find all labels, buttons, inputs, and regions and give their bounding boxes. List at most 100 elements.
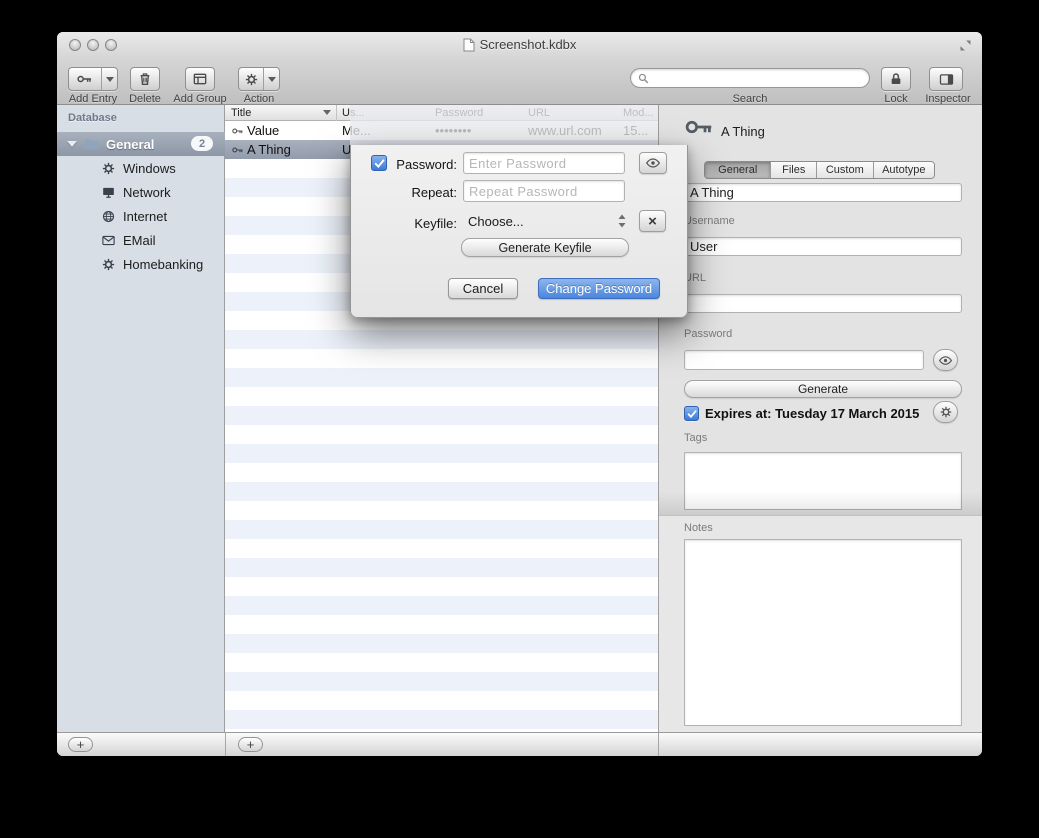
notes-section: Notes bbox=[659, 515, 982, 732]
pane-divider bbox=[658, 733, 659, 756]
password-field[interactable] bbox=[684, 350, 924, 370]
sidebar-item-network[interactable]: Network bbox=[57, 180, 225, 204]
check-icon bbox=[373, 157, 386, 170]
sidebar-item-label: Internet bbox=[123, 209, 167, 224]
fullscreen-icon[interactable] bbox=[958, 38, 973, 53]
sort-arrow-icon bbox=[323, 110, 331, 115]
keyfile-popup-value: Choose... bbox=[468, 214, 524, 229]
delete-button[interactable] bbox=[130, 67, 160, 91]
sidebar-item-label: Network bbox=[123, 185, 171, 200]
sidebar-item-windows[interactable]: Windows bbox=[57, 156, 225, 180]
eye-icon bbox=[938, 353, 953, 368]
change-password-button[interactable]: Change Password bbox=[538, 278, 660, 299]
toolbar: Add Entry Delete Add Group Action Search… bbox=[57, 58, 982, 105]
key-icon bbox=[69, 71, 101, 87]
clear-keyfile-button[interactable]: × bbox=[639, 210, 666, 232]
disclosure-triangle-icon[interactable] bbox=[67, 141, 77, 147]
sidebar-item-homebanking[interactable]: Homebanking bbox=[57, 252, 225, 276]
chevron-down-icon[interactable] bbox=[101, 68, 117, 90]
sidebar: Database General 2 Windows Network Inter… bbox=[57, 105, 225, 732]
dialog-password-input[interactable] bbox=[463, 152, 625, 174]
trash-icon bbox=[137, 71, 153, 87]
tags-label: Tags bbox=[684, 432, 707, 444]
tab-autotype[interactable]: Autotype bbox=[873, 162, 934, 178]
sidebar-header: Database bbox=[68, 112, 117, 124]
add-entry-plus-button[interactable]: + bbox=[238, 737, 263, 752]
expires-label: Expires at: Tuesday 17 March 2015 bbox=[705, 406, 919, 421]
add-group-label: Add Group bbox=[170, 93, 230, 105]
tab-general[interactable]: General bbox=[705, 162, 770, 178]
sidebar-item-internet[interactable]: Internet bbox=[57, 204, 225, 228]
add-group-plus-button[interactable]: + bbox=[68, 737, 93, 752]
inspector-panel: A Thing General Files Custom Autotype Us… bbox=[658, 105, 982, 732]
envelope-icon bbox=[101, 233, 116, 248]
pane-divider bbox=[225, 733, 226, 756]
username-field[interactable] bbox=[684, 237, 962, 256]
cancel-button[interactable]: Cancel bbox=[448, 278, 518, 299]
action-label: Action bbox=[229, 93, 289, 105]
inspector-icon bbox=[938, 71, 955, 88]
title-bar[interactable]: Screenshot.kdbx bbox=[57, 32, 982, 58]
keyfile-popup[interactable]: Choose... bbox=[463, 210, 633, 232]
reveal-password-button[interactable] bbox=[933, 349, 958, 371]
url-field[interactable] bbox=[684, 294, 962, 313]
notes-box[interactable] bbox=[684, 539, 962, 726]
delete-label: Delete bbox=[115, 93, 175, 105]
password-checkbox[interactable] bbox=[371, 155, 387, 171]
bottom-bar: + + bbox=[57, 732, 982, 756]
gear-icon bbox=[239, 72, 263, 87]
sidebar-group-general[interactable]: General 2 bbox=[57, 132, 225, 156]
generate-button[interactable]: Generate bbox=[684, 380, 962, 398]
lock-icon bbox=[888, 71, 904, 87]
search-icon bbox=[637, 72, 650, 85]
inspector-tabs: General Files Custom Autotype bbox=[704, 161, 935, 179]
sidebar-item-label: EMail bbox=[123, 233, 156, 248]
search-box[interactable] bbox=[630, 68, 870, 88]
sidebar-group-badge: 2 bbox=[191, 136, 213, 151]
window-title-group: Screenshot.kdbx bbox=[57, 37, 982, 52]
screen-background: { "colors": { "accent_blue": "#4b86dd", … bbox=[0, 0, 1039, 838]
gear-icon bbox=[101, 257, 116, 272]
password-label: Password bbox=[684, 328, 732, 340]
search-label: Search bbox=[720, 93, 780, 105]
sidebar-item-label: Homebanking bbox=[123, 257, 203, 272]
add-entry-button[interactable] bbox=[68, 67, 118, 91]
dialog-password-label: Password: bbox=[387, 157, 457, 172]
expires-checkbox[interactable] bbox=[684, 406, 699, 421]
gear-icon bbox=[101, 161, 116, 176]
change-password-dialog: Password: Repeat: Keyfile: Choose... × G… bbox=[350, 145, 688, 318]
inspector-button[interactable] bbox=[929, 67, 963, 91]
globe-icon bbox=[101, 209, 116, 224]
inspector-label: Inspector bbox=[918, 93, 978, 105]
dialog-repeat-input[interactable] bbox=[463, 180, 625, 202]
dialog-keyfile-label: Keyfile: bbox=[387, 216, 457, 231]
column-divider[interactable] bbox=[336, 105, 337, 121]
add-group-icon bbox=[192, 71, 208, 87]
tab-files[interactable]: Files bbox=[770, 162, 816, 178]
folder-icon bbox=[83, 136, 100, 153]
cell-title: A Thing bbox=[247, 142, 291, 157]
close-icon: × bbox=[648, 213, 657, 230]
column-header-title[interactable]: Title bbox=[231, 107, 251, 119]
title-field[interactable] bbox=[684, 183, 962, 202]
key-icon bbox=[232, 144, 244, 156]
dialog-repeat-label: Repeat: bbox=[387, 185, 457, 200]
add-group-button[interactable] bbox=[185, 67, 215, 91]
chevron-down-icon[interactable] bbox=[263, 68, 279, 90]
app-window: Screenshot.kdbx Add Entry Delete Add Gro… bbox=[57, 32, 982, 756]
window-title: Screenshot.kdbx bbox=[480, 37, 577, 52]
eye-icon bbox=[645, 155, 661, 171]
lock-button[interactable] bbox=[881, 67, 911, 91]
cell-title: Value bbox=[247, 123, 279, 138]
reveal-password-button[interactable] bbox=[639, 152, 667, 174]
tab-custom[interactable]: Custom bbox=[816, 162, 873, 178]
notes-label: Notes bbox=[684, 522, 713, 534]
expires-settings-button[interactable] bbox=[933, 401, 958, 423]
generate-keyfile-button[interactable]: Generate Keyfile bbox=[461, 238, 629, 257]
key-icon bbox=[232, 125, 244, 137]
search-input[interactable] bbox=[654, 71, 863, 85]
action-button[interactable] bbox=[238, 67, 280, 91]
sidebar-group-label: General bbox=[106, 137, 154, 152]
monitor-icon bbox=[101, 185, 116, 200]
sidebar-item-email[interactable]: EMail bbox=[57, 228, 225, 252]
